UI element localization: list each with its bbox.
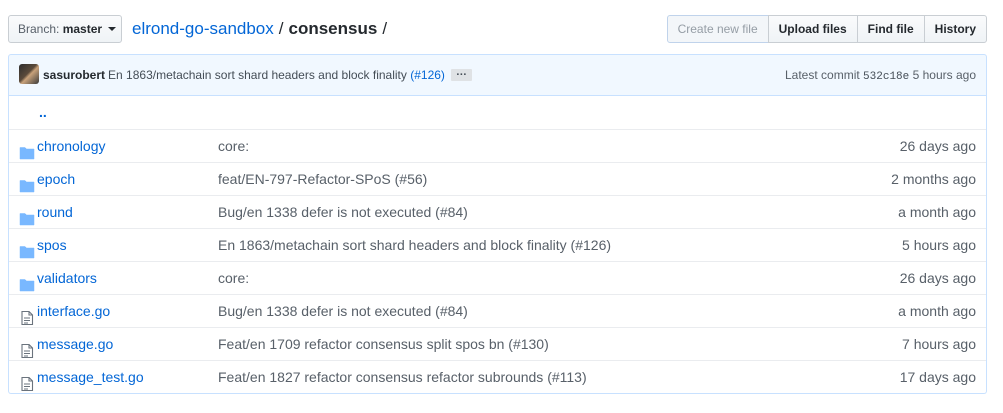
latest-commit: Latest commit 532c18e 5 hours ago <box>785 55 976 97</box>
breadcrumb-separator: / <box>382 19 388 38</box>
file-age: 17 days ago <box>899 369 976 385</box>
file-commit-message-link[interactable]: feat/EN-797-Refactor-SPoS (#56) <box>218 163 427 195</box>
file-name-link[interactable]: spos <box>37 229 67 261</box>
table-row[interactable]: interface.go Bug/en 1338 defer is not exe… <box>9 294 986 327</box>
file-age: a month ago <box>898 204 976 220</box>
file-commit-message-link[interactable]: core: <box>218 262 249 294</box>
table-row[interactable]: round Bug/en 1338 defer is not executed (… <box>9 195 986 228</box>
table-row[interactable]: epoch feat/EN-797-Refactor-SPoS (#56) 2 mo… <box>9 162 986 195</box>
file-icon <box>19 370 35 392</box>
file-age: 2 months ago <box>891 171 976 187</box>
table-row[interactable]: chronology core: 26 days ago <box>9 129 986 162</box>
avatar[interactable] <box>19 64 39 85</box>
branch-prefix: Branch: <box>18 22 60 36</box>
file-navigation: Branch: master elrond-go-sandbox / consens… <box>8 15 987 43</box>
upload-files-button[interactable]: Upload files <box>767 15 858 43</box>
parent-dir-row[interactable]: .. <box>9 96 986 129</box>
folder-icon <box>19 205 35 226</box>
breadcrumb: elrond-go-sandbox / consensus / <box>132 15 392 43</box>
breadcrumb-repo-link[interactable]: elrond-go-sandbox <box>132 19 274 38</box>
file-commit-message-link[interactable]: core: <box>218 130 249 162</box>
folder-icon <box>19 271 35 292</box>
folder-icon <box>19 139 35 160</box>
table-row[interactable]: message_test.go Feat/en 1827 refactor con… <box>9 360 986 393</box>
file-name-link[interactable]: chronology <box>37 130 106 162</box>
file-commit-message-link[interactable]: Bug/en 1338 defer is not executed (#84) <box>218 196 468 228</box>
commit-pr-link[interactable]: (#126) <box>410 68 445 82</box>
file-name-link[interactable]: interface.go <box>37 295 110 327</box>
file-age: 5 hours ago <box>902 237 976 253</box>
create-new-file-button[interactable]: Create new file <box>666 15 769 43</box>
commit-message-text[interactable]: En 1863/metachain sort shard headers and… <box>108 68 407 82</box>
table-row[interactable]: message.go Feat/en 1709 refactor consensu… <box>9 327 986 360</box>
file-name-link[interactable]: validators <box>37 262 97 294</box>
file-name-link[interactable]: message_test.go <box>37 361 144 393</box>
table-row[interactable]: validators core: 26 days ago <box>9 261 986 294</box>
file-age: a month ago <box>898 303 976 319</box>
find-file-button[interactable]: Find file <box>856 15 925 43</box>
history-button[interactable]: History <box>923 15 987 43</box>
commit-author-link[interactable]: sasurobert <box>43 68 105 82</box>
latest-commit-label: Latest commit <box>785 68 860 82</box>
file-age: 7 hours ago <box>902 336 976 352</box>
file-commit-message-link[interactable]: Feat/en 1709 refactor consensus split sp… <box>218 328 549 360</box>
commit-tease: sasurobert En 1863/metachain sort shard h… <box>8 54 987 96</box>
file-name-link[interactable]: message.go <box>37 328 113 360</box>
file-commit-message-link[interactable]: Bug/en 1338 defer is not executed (#84) <box>218 295 468 327</box>
file-actions: Create new file Upload files Find file H… <box>666 15 987 43</box>
file-age: 26 days ago <box>899 138 976 154</box>
file-commit-message-link[interactable]: En 1863/metachain sort shard headers and… <box>218 229 611 261</box>
commit-age: 5 hours ago <box>912 68 976 82</box>
breadcrumb-current-dir: consensus <box>288 19 378 38</box>
branch-name: master <box>62 22 103 36</box>
folder-icon <box>19 172 35 193</box>
breadcrumb-separator: / <box>278 19 284 38</box>
chevron-down-icon <box>108 26 117 31</box>
file-icon <box>19 337 35 359</box>
expand-commit-button[interactable]: … <box>450 66 472 81</box>
file-commit-message-link[interactable]: Feat/en 1827 refactor consensus refactor… <box>218 361 587 393</box>
table-row[interactable]: spos En 1863/metachain sort shard headers… <box>9 228 986 261</box>
folder-icon <box>19 238 35 259</box>
file-age: 26 days ago <box>899 270 976 286</box>
file-icon <box>19 304 35 326</box>
file-list: .. chronology core: 26 days ago epoch feat/E… <box>8 96 987 394</box>
commit-message[interactable]: En 1863/metachain sort shard headers and… <box>108 68 445 82</box>
file-name-link[interactable]: epoch <box>37 163 75 195</box>
commit-sha-link[interactable]: 532c18e <box>863 71 909 83</box>
parent-dir-link[interactable]: .. <box>39 96 47 128</box>
file-name-link[interactable]: round <box>37 196 73 228</box>
branch-select-button[interactable]: Branch: master <box>8 15 122 43</box>
